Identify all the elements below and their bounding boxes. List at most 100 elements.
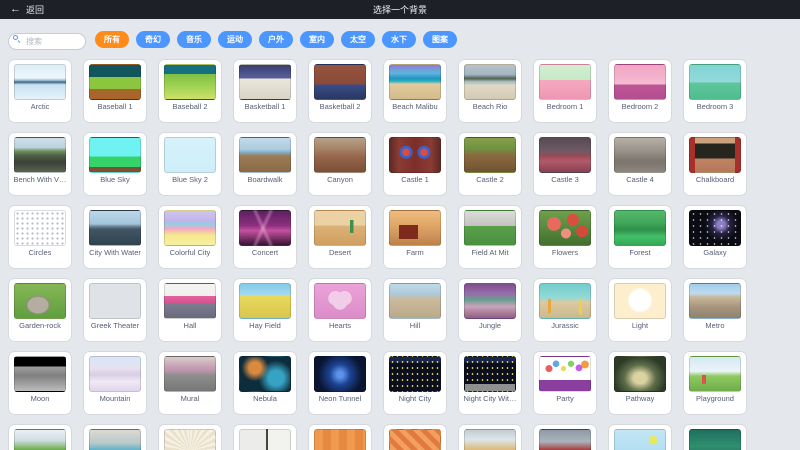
backdrop-label: Playground: [696, 394, 734, 404]
backdrop-label: Neon Tunnel: [319, 394, 362, 404]
backdrop-card[interactable]: Colorful City: [159, 206, 221, 268]
filter-tag-1[interactable]: 奇幻: [136, 31, 170, 48]
backdrop-card[interactable]: Mural: [159, 352, 221, 414]
backdrop-card[interactable]: Moon: [9, 352, 71, 414]
backdrop-thumbnail: [464, 64, 516, 100]
backdrop-card[interactable]: Beach Malibu: [384, 60, 446, 122]
backdrop-card[interactable]: [9, 425, 71, 450]
backdrop-card[interactable]: [609, 425, 671, 450]
backdrop-card[interactable]: Field At Mit: [459, 206, 521, 268]
filter-tag-0[interactable]: 所有: [95, 31, 129, 48]
backdrop-card[interactable]: Nebula: [234, 352, 296, 414]
backdrop-card[interactable]: Farm: [384, 206, 446, 268]
backdrop-thumbnail: [539, 356, 591, 392]
backdrop-thumbnail: [389, 210, 441, 246]
backdrop-card[interactable]: Playground: [684, 352, 746, 414]
backdrop-card[interactable]: [684, 425, 746, 450]
backdrop-thumbnail: [164, 429, 216, 450]
backdrop-card[interactable]: Circles: [9, 206, 71, 268]
backdrop-thumbnail: [89, 356, 141, 392]
backdrop-card[interactable]: Arctic: [9, 60, 71, 122]
backdrop-card[interactable]: [459, 425, 521, 450]
backdrop-card[interactable]: Castle 3: [534, 133, 596, 195]
backdrop-thumbnail: [164, 283, 216, 319]
filter-tag-2[interactable]: 音乐: [177, 31, 211, 48]
backdrop-card[interactable]: [309, 425, 371, 450]
backdrop-card[interactable]: Boardwalk: [234, 133, 296, 195]
filter-tag-5[interactable]: 室内: [300, 31, 334, 48]
backdrop-card[interactable]: Castle 2: [459, 133, 521, 195]
backdrop-label: Beach Malibu: [392, 102, 437, 112]
backdrop-thumbnail: [314, 429, 366, 450]
backdrop-card[interactable]: Bedroom 3: [684, 60, 746, 122]
backdrop-card[interactable]: Canyon: [309, 133, 371, 195]
backdrop-card[interactable]: Beach Rio: [459, 60, 521, 122]
backdrop-card[interactable]: Metro: [684, 279, 746, 341]
backdrop-label: Hay Field: [249, 321, 281, 331]
backdrop-card[interactable]: Basketball 1: [234, 60, 296, 122]
backdrop-card[interactable]: Baseball 2: [159, 60, 221, 122]
backdrop-card[interactable]: [159, 425, 221, 450]
backdrop-card[interactable]: Jungle: [459, 279, 521, 341]
backdrop-card[interactable]: City With Water: [84, 206, 146, 268]
backdrop-thumbnail: [239, 356, 291, 392]
backdrop-card[interactable]: Blue Sky: [84, 133, 146, 195]
backdrop-card[interactable]: [84, 425, 146, 450]
backdrop-card[interactable]: Jurassic: [534, 279, 596, 341]
backdrop-card[interactable]: Night City: [384, 352, 446, 414]
backdrop-card[interactable]: Neon Tunnel: [309, 352, 371, 414]
backdrop-label: Mural: [181, 394, 200, 404]
backdrop-card[interactable]: Hearts: [309, 279, 371, 341]
backdrop-card[interactable]: [234, 425, 296, 450]
backdrop-card[interactable]: Forest: [609, 206, 671, 268]
backdrop-card[interactable]: Mountain: [84, 352, 146, 414]
filter-tag-6[interactable]: 太空: [341, 31, 375, 48]
back-button[interactable]: ← 返回: [10, 3, 44, 16]
backdrop-card[interactable]: Bench With V…: [9, 133, 71, 195]
backdrop-card[interactable]: Flowers: [534, 206, 596, 268]
backdrop-card[interactable]: Bedroom 2: [609, 60, 671, 122]
backdrop-label: Flowers: [552, 248, 578, 258]
backdrop-label: Basketball 2: [320, 102, 361, 112]
backdrop-thumbnail: [239, 429, 291, 450]
filter-tag-3[interactable]: 运动: [218, 31, 252, 48]
backdrop-thumbnail: [314, 356, 366, 392]
backdrop-label: Mountain: [100, 394, 131, 404]
backdrop-label: Moon: [31, 394, 50, 404]
backdrop-thumbnail: [14, 283, 66, 319]
backdrop-card[interactable]: Hall: [159, 279, 221, 341]
backdrop-label: Pathway: [626, 394, 655, 404]
backdrop-card[interactable]: Castle 1: [384, 133, 446, 195]
backdrop-card[interactable]: Chalkboard: [684, 133, 746, 195]
backdrop-card[interactable]: Light: [609, 279, 671, 341]
backdrop-card[interactable]: Castle 4: [609, 133, 671, 195]
search-box: [8, 31, 86, 48]
backdrop-card[interactable]: Galaxy: [684, 206, 746, 268]
backdrop-thumbnail: [389, 356, 441, 392]
backdrop-card[interactable]: Greek Theater: [84, 279, 146, 341]
backdrop-card[interactable]: Pathway: [609, 352, 671, 414]
backdrop-card[interactable]: Concert: [234, 206, 296, 268]
backdrop-card[interactable]: Desert: [309, 206, 371, 268]
backdrop-card[interactable]: Garden-rock: [9, 279, 71, 341]
backdrop-card[interactable]: Hill: [384, 279, 446, 341]
backdrop-card[interactable]: Basketball 2: [309, 60, 371, 122]
backdrop-card[interactable]: Night City Wit…: [459, 352, 521, 414]
filter-tag-8[interactable]: 图案: [423, 31, 457, 48]
backdrop-card[interactable]: Hay Field: [234, 279, 296, 341]
backdrop-thumbnail: [239, 210, 291, 246]
backdrop-card[interactable]: [384, 425, 446, 450]
filter-tag-7[interactable]: 水下: [382, 31, 416, 48]
filter-tag-4[interactable]: 户外: [259, 31, 293, 48]
backdrop-label: Blue Sky 2: [172, 175, 208, 185]
backdrop-thumbnail: [539, 283, 591, 319]
backdrop-thumbnail: [239, 137, 291, 173]
backdrop-label: Beach Rio: [473, 102, 508, 112]
backdrop-label: Boardwalk: [247, 175, 282, 185]
backdrop-thumbnail: [389, 137, 441, 173]
backdrop-card[interactable]: Blue Sky 2: [159, 133, 221, 195]
backdrop-card[interactable]: Baseball 1: [84, 60, 146, 122]
backdrop-card[interactable]: Party: [534, 352, 596, 414]
backdrop-card[interactable]: Bedroom 1: [534, 60, 596, 122]
backdrop-card[interactable]: [534, 425, 596, 450]
